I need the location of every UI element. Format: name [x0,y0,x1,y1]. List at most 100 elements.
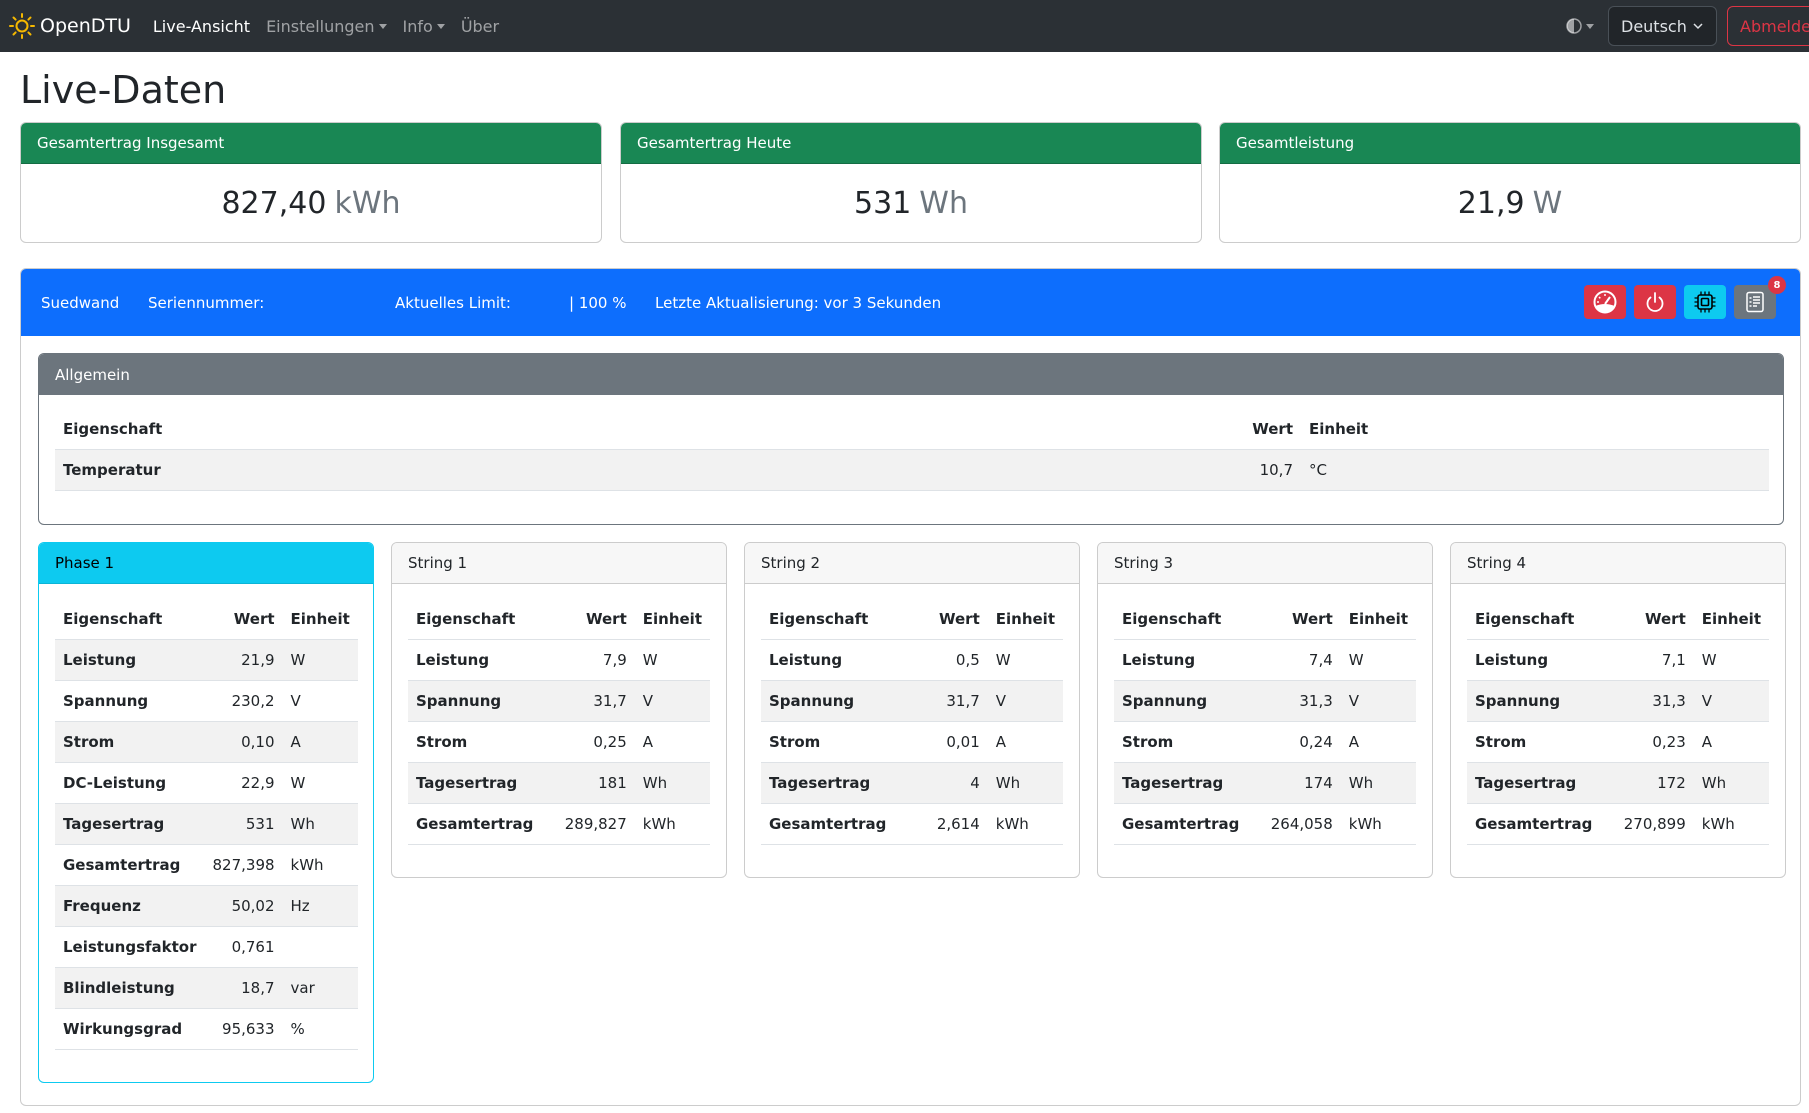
row-property: Tagesertrag [55,803,205,845]
row-unit: V [282,680,358,722]
limit-settings-button[interactable] [1584,285,1626,319]
event-count-badge: 8 [1768,276,1786,294]
table-row: Leistung 7,9 W [408,639,710,681]
row-unit: A [987,721,1063,763]
phase-table: Eigenschaft Wert Einheit Leistung 21,9 W Sp… [55,599,358,1050]
string-4-card: String 4 Eigenschaft Wert Einheit Leistu… [1450,542,1786,878]
device-info-button[interactable] [1684,285,1726,319]
summary-value: 531 [854,186,912,221]
col-property: Eigenschaft [1467,599,1611,640]
row-unit: kWh [634,803,710,845]
table-row: DC-Leistung 22,9 W [55,762,358,804]
table-row: Gesamtertrag 270,899 kWh [1467,803,1769,845]
string-table: Eigenschaft Wert Einheit Leistung 0,5 W Spa… [761,599,1063,845]
nav-about[interactable]: Über [461,17,499,36]
nav-live-view[interactable]: Live-Ansicht [153,17,250,36]
row-value: 0,23 [1610,721,1694,763]
row-unit: V [1693,680,1769,722]
nav-info-dropdown[interactable]: Info [403,17,445,36]
logout-label: Abmelden [1740,16,1809,36]
string-card-title: String 4 [1451,543,1785,584]
row-unit: Wh [1693,762,1769,804]
summary-card-total-yield: Gesamtertrag Insgesamt 827,40 kWh [20,122,602,243]
row-unit: A [634,721,710,763]
row-value: 7,9 [551,639,635,681]
navbar-right: Deutsch Abmelden [1566,0,1809,52]
string-table-body: Leistung 7,1 W Spannung 31,3 V Strom 0,23 A Tages… [1467,639,1769,845]
string-table-body: Leistung 7,9 W Spannung 31,7 V Strom 0,25 A Tages… [408,639,710,845]
col-property: Eigenschaft [761,599,919,640]
row-unit: A [282,721,358,763]
col-property: Eigenschaft [408,599,552,640]
table-row: Tagesertrag 174 Wh [1114,762,1416,804]
table-row: Strom 0,24 A [1114,721,1416,763]
row-value: 22,9 [204,762,283,804]
general-card: Allgemein Eigenschaft Wert Einheit Tempe… [38,353,1784,525]
string-card-title: String 2 [745,543,1079,584]
row-property: Spannung [408,680,552,722]
col-property: Eigenschaft [1114,599,1258,640]
sun-icon [9,13,35,39]
half-circle-icon [1566,18,1582,34]
nav-live-view-label: Live-Ansicht [152,16,251,36]
summary-unit: W [1532,186,1563,221]
caret-down-icon [1586,23,1594,29]
col-unit: Einheit [282,599,358,640]
row-unit: A [1693,721,1769,763]
row-property: Spannung [761,680,919,722]
col-unit: Einheit [1340,599,1416,640]
table-row: Gesamtertrag 289,827 kWh [408,803,710,845]
row-unit: Wh [1340,762,1416,804]
row-value: 0,5 [918,639,988,681]
row-property: Strom [1114,721,1258,763]
row-value: 18,7 [204,967,283,1009]
row-value: 95,633 [204,1008,283,1050]
table-row: Temperatur 10,7 °C [55,449,1769,491]
row-value: 230,2 [204,680,283,722]
col-value: Wert [204,599,283,640]
row-value: 827,398 [204,844,283,886]
col-value: Wert [1610,599,1694,640]
row-unit: Hz [282,885,358,927]
table-row: Spannung 31,7 V [408,680,710,722]
table-row: Tagesertrag 531 Wh [55,803,358,845]
table-row: Wirkungsgrad 95,633% [55,1008,358,1050]
logout-button[interactable]: Abmelden [1727,6,1809,46]
summary-unit: Wh [919,186,968,221]
col-property: Eigenschaft [55,599,205,640]
nav-settings-dropdown[interactable]: Einstellungen [266,17,387,36]
row-value: 174 [1257,762,1341,804]
row-value: 2,614 [918,803,988,845]
navbar: OpenDTU Live-Ansicht Einstellungen Info … [0,0,1809,52]
col-value: Wert [551,599,635,640]
row-property: Leistungsfaktor [55,926,205,968]
row-value: 0,25 [551,721,635,763]
row-property: Strom [55,721,205,763]
row-value: 31,3 [1257,680,1341,722]
row-value: 31,3 [1610,680,1694,722]
row-property: Strom [408,721,552,763]
theme-toggle[interactable] [1566,18,1594,34]
brand-link[interactable]: OpenDTU [8,12,131,40]
page-title: Live-Daten [20,68,227,112]
row-property: Gesamtertrag [761,803,919,845]
speedometer-icon [1593,290,1617,314]
table-row: Strom 0,25 A [408,721,710,763]
row-property: Tagesertrag [761,762,919,804]
row-property: Frequenz [55,885,205,927]
row-unit: °C [1301,449,1769,491]
row-value: 264,058 [1257,803,1341,845]
row-property: Leistung [1114,639,1258,681]
event-log-button[interactable]: 8 [1734,276,1786,319]
power-control-button[interactable] [1634,285,1676,319]
row-value: 31,7 [918,680,988,722]
serial-label: Seriennummer: [148,293,265,312]
row-value: 4 [918,762,988,804]
language-select[interactable]: Deutsch [1608,6,1717,46]
row-value: 31,7 [551,680,635,722]
summary-card-title: Gesamtertrag Heute [621,123,1201,164]
table-row: Leistung 7,1 W [1467,639,1769,681]
row-property: DC-Leistung [55,762,205,804]
col-value: Wert [1257,599,1341,640]
table-row: Spannung 31,7 V [761,680,1063,722]
